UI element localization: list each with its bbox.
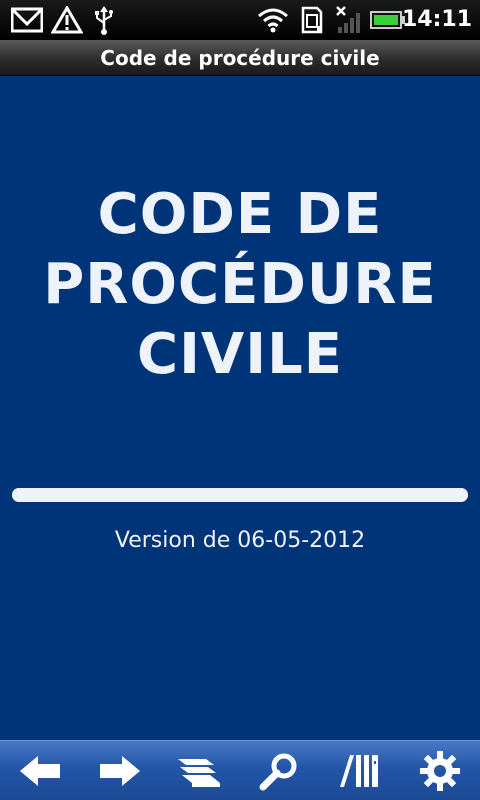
wifi-icon — [256, 4, 290, 36]
library-button[interactable] — [330, 743, 390, 799]
search-button[interactable] — [250, 743, 310, 799]
books-icon — [178, 758, 220, 787]
status-clock: 14:11 — [401, 7, 472, 32]
gmail-icon — [10, 4, 44, 36]
book-title: CODE DE PROCÉDURE CIVILE — [0, 180, 480, 390]
version-label: Version de 06-05-2012 — [114, 528, 366, 553]
status-bar: 14:11 — [0, 0, 480, 40]
progress-fill — [12, 488, 468, 502]
book-title-line-1: CODE DE — [97, 182, 383, 247]
signal-icon — [334, 4, 364, 36]
bottom-toolbar — [0, 740, 480, 800]
loading-progress-bar — [12, 488, 468, 502]
books-button[interactable] — [170, 743, 230, 799]
forward-button[interactable] — [90, 743, 150, 799]
warning-icon — [50, 4, 84, 36]
library-icon — [340, 754, 378, 787]
book-title-line-2: PROCÉDURE — [43, 252, 437, 317]
usb-icon — [90, 4, 118, 36]
back-button[interactable] — [10, 743, 70, 799]
battery-icon — [370, 4, 406, 36]
settings-gear-icon — [420, 750, 460, 791]
app-title-bar: Code de procédure civile — [0, 40, 480, 76]
settings-button[interactable] — [410, 743, 470, 799]
search-icon — [259, 753, 297, 790]
book-title-line-3: CIVILE — [136, 322, 344, 387]
forward-arrow-icon — [100, 755, 140, 786]
sd-card-icon — [298, 4, 326, 36]
main-content: CODE DE PROCÉDURE CIVILE Version de 06-0… — [0, 76, 480, 740]
back-arrow-icon — [20, 755, 60, 786]
